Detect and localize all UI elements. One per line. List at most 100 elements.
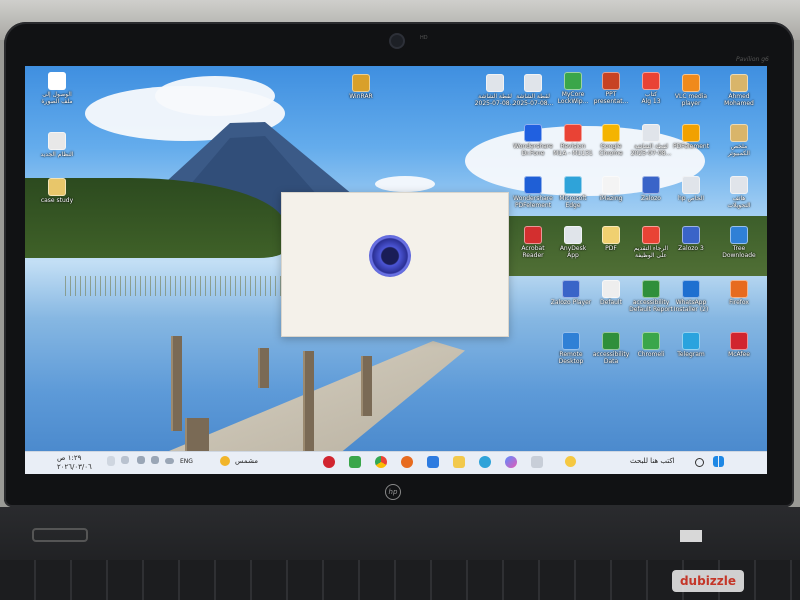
desktop-icon-label: McAfee [728,351,750,358]
desktop-icon-label: Ahmed Mohamed [724,93,754,107]
laptop-screen: الوصول إلى ملف الصورة WinRAR لقطة الشاشة 2… [25,66,767,474]
chrome-taskbar-icon[interactable] [375,456,387,468]
notification-icon[interactable] [107,456,115,466]
pier-post [258,348,269,388]
desktop-icon[interactable]: McAfee [713,332,765,358]
desktop-icon[interactable]: Telegram [665,332,717,358]
folder-icon [730,124,748,142]
pdf-icon [564,124,582,142]
weather-sun-icon[interactable] [220,456,230,466]
excel-icon [642,280,660,298]
document-icon [682,176,700,194]
desktop-icon[interactable]: Firefox [713,280,765,306]
search-highlight-icon[interactable] [565,456,576,467]
app-icon [642,176,660,194]
desktop-icon-label: هاتف التحويلات [727,195,751,209]
app-splash-window[interactable] [281,192,509,337]
document-icon [564,226,582,244]
search-icon[interactable] [695,458,704,467]
pier-post [361,356,372,416]
windows-start-icon[interactable] [713,456,724,467]
reeds [65,276,305,296]
telegram-icon [682,332,700,350]
desktop-icon[interactable]: Tree Downloade [713,226,765,259]
app-icon [682,226,700,244]
firefox-icon [730,280,748,298]
winrar-icon [352,74,370,92]
edge-taskbar-icon[interactable] [479,456,491,468]
cloud [155,76,275,116]
pdfelement-icon [524,176,542,194]
desktop-icon[interactable]: WhatsApp Installer (2) [665,280,717,313]
taskbar: ١:٢٩ ص ٢٠٢٦/٠٣/٠٦ ENG مشمس اكتب هنا للبح… [25,451,767,474]
desktop-icon[interactable]: case study [31,178,83,204]
folder-icon [730,74,748,92]
desktop-icon-label: النظام الجديد [40,151,74,158]
desktop-icon[interactable]: الوصول إلى ملف الصورة [31,72,83,105]
chrome-icon [602,124,620,142]
folder-icon [48,178,66,196]
store-taskbar-icon[interactable] [427,456,439,468]
desktop-icon[interactable]: hp الخاص [665,176,717,202]
desktop-icon[interactable]: Zalozo 3 [665,226,717,252]
desktop-icon-label: WinRAR [349,93,373,100]
app-taskbar-icon[interactable] [349,456,361,468]
remote-icon [562,332,580,350]
desktop-icon[interactable]: WinRAR [335,74,387,100]
powerpoint-icon [602,72,620,90]
pier-post [303,351,314,456]
weather-label[interactable]: مشمس [235,457,258,465]
desktop-icon-label: case study [40,197,74,204]
desktop-icon-label: Telegram [677,351,705,358]
pier-post [171,336,182,431]
task-view-icon[interactable] [531,456,543,468]
pdfelement-icon [682,124,700,142]
language-indicator[interactable]: ENG [180,458,193,465]
model-label: Pavilion g6 [736,56,769,63]
desktop-icon-label: hp الخاص [678,195,704,202]
drfone-icon [524,124,542,142]
mcafee-taskbar-icon[interactable] [323,456,335,468]
acrobat-icon [524,226,542,244]
folder-icon [602,226,620,244]
download-icon [682,280,700,298]
app-icon [562,280,580,298]
desktop-icon[interactable]: Ahmed Mohamed [713,74,765,107]
hp-logo: hp [385,484,401,500]
firefox-taskbar-icon[interactable] [401,456,413,468]
document-icon [730,176,748,194]
lid-latch [32,528,88,542]
desktop-icon-label: Tree Downloade [722,245,756,259]
desktop-icon[interactable]: هاتف التحويلات [713,176,765,209]
user-circle-icon [48,72,66,90]
copilot-icon[interactable] [505,456,517,468]
app-icon [564,72,582,90]
edge-icon [564,176,582,194]
mcafee-icon [730,332,748,350]
document-icon [48,132,66,150]
screenshot-icon [524,74,542,92]
chevron-up-icon[interactable] [121,456,129,464]
file-explorer-icon[interactable] [453,456,465,468]
wifi-icon[interactable] [151,456,159,464]
desktop-icon[interactable]: ملخص الكمبيوتر [713,124,765,157]
desktop-icon-label: ملخص الكمبيوتر [728,143,750,157]
webcam [389,33,405,49]
search-box[interactable]: اكتب هنا للبحث [630,457,675,465]
watermark: dubizzle [672,570,744,592]
volume-icon[interactable] [137,456,145,464]
clock-time[interactable]: ١:٢٩ ص [57,454,81,462]
desktop-icon[interactable]: PDFelement [665,124,717,150]
screenshot-icon [642,124,660,142]
webcam-label: HD [420,35,428,41]
desktop-icon[interactable]: النظام الجديد [31,132,83,158]
pdf-icon [642,226,660,244]
desktop-icon-label: PDFelement [672,143,710,150]
desktop-icon-label: Zalozo 3 [678,245,704,252]
battery-icon[interactable] [165,458,174,464]
screenshot-icon [486,74,504,92]
download-icon [730,226,748,244]
desktop-icon[interactable]: VLC media player [665,74,717,107]
clock-date[interactable]: ٢٠٢٦/٠٣/٠٦ [57,463,92,471]
pdf-icon [642,72,660,90]
